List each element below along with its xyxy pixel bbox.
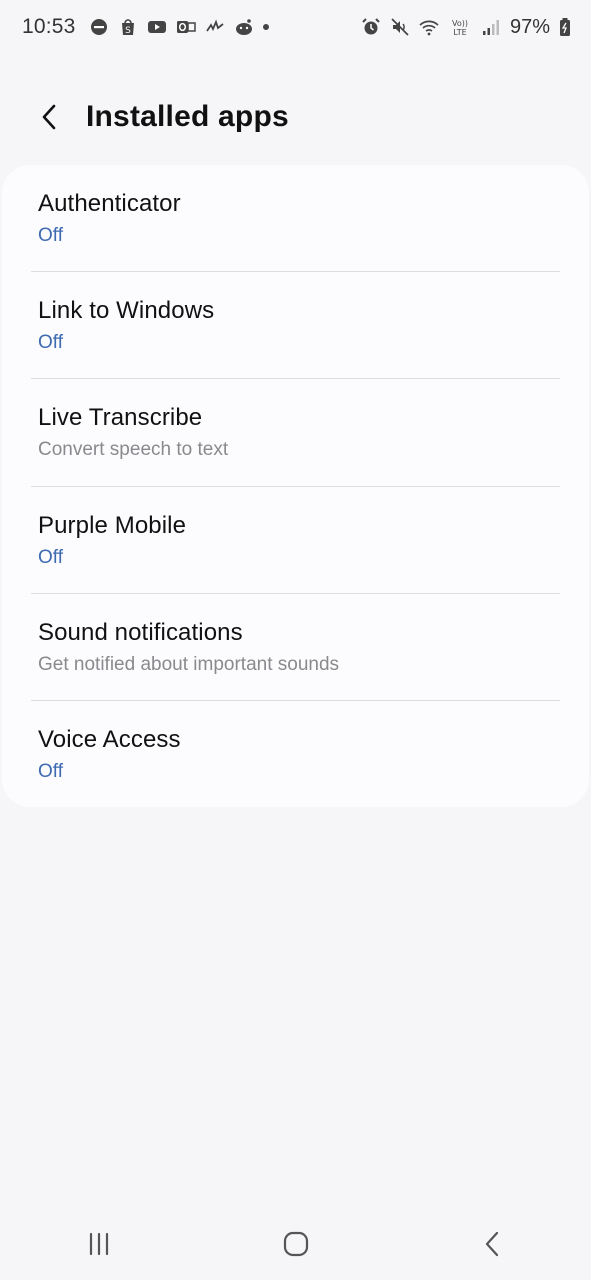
app-name: Sound notifications bbox=[38, 618, 243, 646]
do-not-disturb-icon bbox=[89, 17, 109, 37]
app-status: Off bbox=[38, 760, 63, 782]
app-name: Authenticator bbox=[38, 190, 181, 217]
svg-text:S: S bbox=[125, 26, 131, 36]
status-bar-left: 10:53 S bbox=[22, 15, 269, 39]
recent-apps-icon bbox=[89, 1232, 108, 1256]
battery-percent: 97% bbox=[509, 15, 550, 38]
recent-apps-button[interactable] bbox=[59, 1214, 139, 1274]
app-name: Voice Access bbox=[38, 725, 181, 753]
installed-apps-list: Authenticator Off Link to Windows Off Li… bbox=[2, 165, 589, 807]
app-name: Live Transcribe bbox=[38, 404, 203, 432]
app-description: Get notified about important sounds bbox=[38, 653, 340, 675]
app-item-live-transcribe[interactable]: Live Transcribe Convert speech to text bbox=[2, 379, 589, 487]
status-bar-right: Vo)) LTE 97% bbox=[361, 16, 571, 39]
app-item-authenticator[interactable]: Authenticator Off bbox=[2, 165, 589, 273]
screen: 10:53 S Vo)) LTE 97% Installed apps Auth… bbox=[0, 0, 591, 1280]
app-item-sound-notifications[interactable]: Sound notifications Get notified about i… bbox=[2, 594, 589, 701]
svg-text:Vo)): Vo)) bbox=[452, 19, 468, 28]
app-name: Link to Windows bbox=[38, 297, 215, 325]
activity-icon bbox=[205, 17, 225, 37]
wifi-icon bbox=[419, 17, 439, 37]
app-name: Purple Mobile bbox=[38, 511, 187, 539]
app-status: Off bbox=[38, 225, 63, 246]
header: Installed apps bbox=[0, 80, 591, 154]
more-dot-icon bbox=[262, 24, 269, 30]
svg-text:LTE: LTE bbox=[453, 28, 466, 37]
app-status: Off bbox=[38, 546, 63, 568]
shopping-icon: S bbox=[118, 17, 138, 37]
app-status: Off bbox=[38, 332, 63, 354]
back-button[interactable] bbox=[26, 93, 74, 141]
status-time: 10:53 bbox=[22, 15, 76, 38]
status-bar: 10:53 S Vo)) LTE 97% bbox=[0, 0, 591, 54]
volte-icon: Vo)) LTE bbox=[448, 17, 472, 37]
app-description: Convert speech to text bbox=[38, 439, 229, 461]
app-item-link-to-windows[interactable]: Link to Windows Off bbox=[2, 272, 589, 380]
nav-back-button[interactable] bbox=[453, 1214, 533, 1274]
app-item-voice-access[interactable]: Voice Access Off bbox=[2, 701, 589, 808]
outlook-icon bbox=[176, 17, 196, 37]
mute-icon bbox=[390, 17, 410, 37]
signal-icon bbox=[481, 17, 501, 37]
youtube-icon bbox=[147, 17, 167, 37]
home-icon bbox=[283, 1231, 308, 1257]
back-icon bbox=[485, 1231, 498, 1257]
page-title: Installed apps bbox=[86, 100, 289, 133]
navigation-bar bbox=[0, 1208, 591, 1280]
app-item-purple-mobile[interactable]: Purple Mobile Off bbox=[2, 487, 589, 594]
home-button[interactable] bbox=[256, 1214, 336, 1274]
reddit-icon bbox=[234, 17, 254, 37]
alarm-icon bbox=[361, 17, 381, 37]
battery-icon bbox=[559, 17, 571, 37]
chevron-left-icon bbox=[42, 104, 56, 130]
